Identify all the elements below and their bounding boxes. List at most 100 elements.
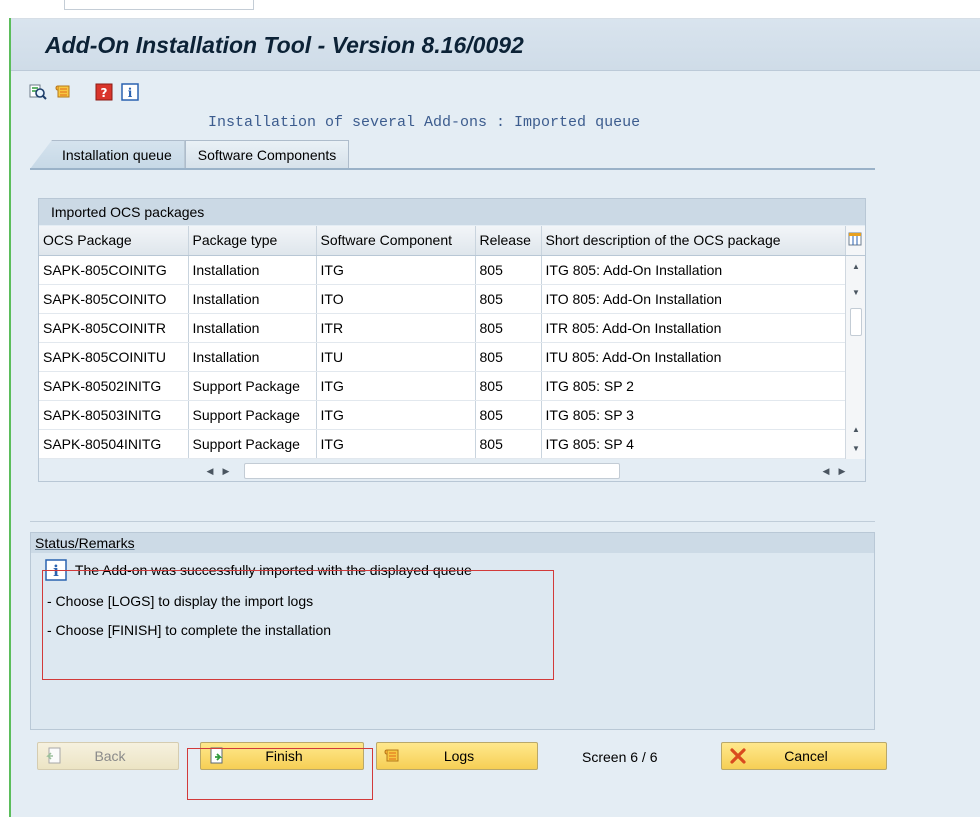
cell-software-component: ITR xyxy=(316,313,476,343)
cell-release: 805 xyxy=(475,400,542,430)
packages-grid: OCS Package Package type Software Compon… xyxy=(39,226,865,459)
table-row[interactable]: SAPK-805COINITU Installation ITU 805 ITU… xyxy=(39,342,865,372)
status-message-row: i The Add-on was successfully imported w… xyxy=(45,559,472,581)
tab-label: Software Components xyxy=(197,147,337,163)
column-config-icon[interactable] xyxy=(845,226,865,256)
cell-ocs-package: SAPK-80504INITG xyxy=(39,429,189,459)
cell-release: 805 xyxy=(475,313,542,343)
cell-description: ITU 805: Add-On Installation xyxy=(541,342,846,372)
table-row[interactable]: SAPK-805COINITG Installation ITG 805 ITG… xyxy=(39,255,865,285)
cancel-icon xyxy=(726,744,750,768)
vertical-scrollbar[interactable]: ▲ ▼ ▲ ▼ xyxy=(845,256,865,459)
scroll-up-icon[interactable]: ▲ xyxy=(846,258,866,274)
cell-description: ITR 805: Add-On Installation xyxy=(541,313,846,343)
page-up-icon[interactable]: ▲ xyxy=(846,421,866,437)
cell-ocs-package: SAPK-805COINITU xyxy=(39,342,189,372)
scroll-icon xyxy=(381,744,405,768)
table-row[interactable]: SAPK-80502INITG Support Package ITG 805 … xyxy=(39,371,865,401)
screen-indicator: Screen 6 / 6 xyxy=(582,749,658,765)
scroll-thumb[interactable] xyxy=(850,308,862,336)
cell-package-type: Installation xyxy=(188,342,317,372)
page-subtitle: Installation of several Add-ons : Import… xyxy=(208,114,641,131)
cell-description: ITO 805: Add-On Installation xyxy=(541,284,846,314)
table-row[interactable]: SAPK-805COINITR Installation ITR 805 ITR… xyxy=(39,313,865,343)
table-header-row: OCS Package Package type Software Compon… xyxy=(39,226,865,256)
cell-ocs-package: SAPK-80503INITG xyxy=(39,400,189,430)
search-icon[interactable] xyxy=(28,82,48,102)
back-label: Back xyxy=(94,748,126,764)
info-icon[interactable]: i xyxy=(120,82,140,102)
cell-package-type: Installation xyxy=(188,284,317,314)
cell-description: ITG 805: SP 2 xyxy=(541,371,846,401)
column-header[interactable]: Release xyxy=(475,226,542,256)
cell-package-type: Support Package xyxy=(188,429,317,459)
app-toolbar: ? i xyxy=(28,81,140,103)
scroll-right-icon[interactable]: ▶ xyxy=(219,463,233,479)
tab-software-components[interactable]: Software Components xyxy=(184,140,350,169)
cell-software-component: ITG xyxy=(316,255,476,285)
table-row[interactable]: SAPK-80504INITG Support Package ITG 805 … xyxy=(39,429,865,459)
cell-release: 805 xyxy=(475,284,542,314)
status-line-logs: - Choose [LOGS] to display the import lo… xyxy=(47,593,314,609)
cell-description: ITG 805: SP 4 xyxy=(541,429,846,459)
horizontal-scrollbar[interactable]: ◀ ▶ ◀ ▶ xyxy=(39,461,865,481)
top-input-field[interactable] xyxy=(64,0,254,10)
cell-package-type: Installation xyxy=(188,313,317,343)
cell-release: 805 xyxy=(475,429,542,459)
table-row[interactable]: SAPK-805COINITO Installation ITO 805 ITO… xyxy=(39,284,865,314)
column-header[interactable]: OCS Package xyxy=(39,226,189,256)
logs-label: Logs xyxy=(443,748,475,764)
svg-text:i: i xyxy=(53,562,59,580)
scroll-icon[interactable] xyxy=(54,82,74,102)
cell-software-component: ITG xyxy=(316,371,476,401)
scroll-left-icon[interactable]: ◀ xyxy=(819,463,833,479)
cell-release: 805 xyxy=(475,371,542,401)
column-header[interactable]: Short description of the OCS package xyxy=(541,226,846,256)
finish-icon xyxy=(205,744,229,768)
tab-installation-queue[interactable]: Installation queue xyxy=(30,140,185,169)
status-title: Status/Remarks xyxy=(31,533,874,553)
cell-software-component: ITO xyxy=(316,284,476,314)
tab-label: Installation queue xyxy=(62,147,172,163)
cell-ocs-package: SAPK-805COINITG xyxy=(39,255,189,285)
svg-text:?: ? xyxy=(101,86,108,100)
cell-ocs-package: SAPK-805COINITR xyxy=(39,313,189,343)
back-icon xyxy=(42,744,66,768)
scroll-down-icon[interactable]: ▼ xyxy=(846,440,866,456)
table-title: Imported OCS packages xyxy=(39,199,865,225)
title-bar: Add-On Installation Tool - Version 8.16/… xyxy=(11,19,980,71)
column-header[interactable]: Package type xyxy=(188,226,317,256)
window-title: Add-On Installation Tool - Version 8.16/… xyxy=(45,32,524,58)
status-remarks-panel: Status/Remarks i The Add-on was successf… xyxy=(30,532,875,730)
help-icon[interactable]: ? xyxy=(94,82,114,102)
column-header[interactable]: Software Component xyxy=(316,226,476,256)
cell-software-component: ITU xyxy=(316,342,476,372)
svg-text:i: i xyxy=(128,86,133,100)
cell-ocs-package: SAPK-805COINITO xyxy=(39,284,189,314)
cell-software-component: ITG xyxy=(316,400,476,430)
cell-software-component: ITG xyxy=(316,429,476,459)
horizontal-scroll-thumb[interactable] xyxy=(244,463,620,479)
status-line-finish: - Choose [FINISH] to complete the instal… xyxy=(47,622,332,638)
cell-description: ITG 805: SP 3 xyxy=(541,400,846,430)
scroll-left-icon[interactable]: ◀ xyxy=(203,463,217,479)
page-down-icon[interactable]: ▼ xyxy=(846,284,866,300)
back-button[interactable]: Back xyxy=(37,742,179,770)
table-row[interactable]: SAPK-80503INITG Support Package ITG 805 … xyxy=(39,400,865,430)
logs-button[interactable]: Logs xyxy=(376,742,538,770)
cancel-button[interactable]: Cancel xyxy=(721,742,887,770)
scroll-right-icon[interactable]: ▶ xyxy=(835,463,849,479)
right-scroll-arrows: ◀ ▶ xyxy=(819,463,849,479)
cancel-label: Cancel xyxy=(784,748,828,764)
cell-package-type: Support Package xyxy=(188,371,317,401)
status-message: The Add-on was successfully imported wit… xyxy=(74,562,472,578)
tab-strip: Installation queue Software Components xyxy=(30,140,350,169)
finish-button[interactable]: Finish xyxy=(200,742,364,770)
cell-description: ITG 805: Add-On Installation xyxy=(541,255,846,285)
cell-package-type: Installation xyxy=(188,255,317,285)
ocs-packages-table: Imported OCS packages OCS Package Packag… xyxy=(38,198,866,482)
finish-label: Finish xyxy=(265,748,303,764)
info-icon: i xyxy=(45,559,67,581)
cell-release: 805 xyxy=(475,342,542,372)
cell-package-type: Support Package xyxy=(188,400,317,430)
